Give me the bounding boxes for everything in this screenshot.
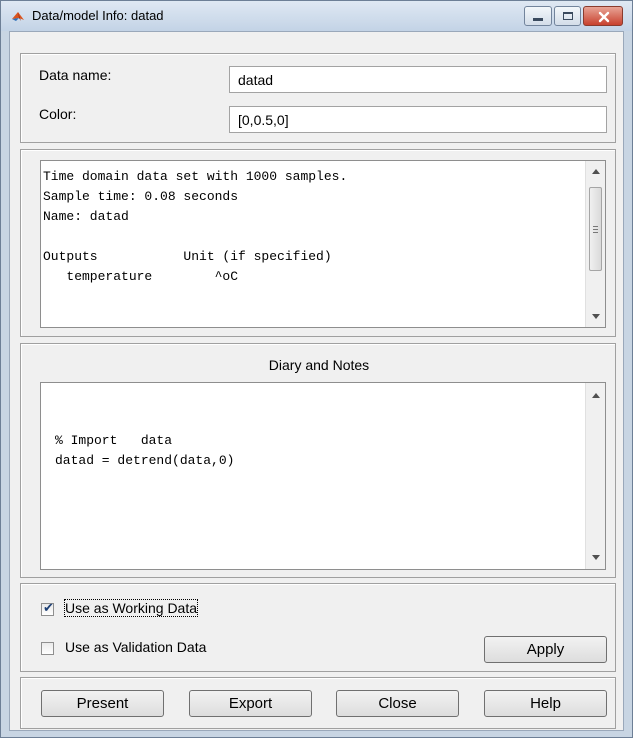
maximize-icon <box>563 12 573 20</box>
description-scrollbar[interactable] <box>585 161 605 327</box>
notes-textbox[interactable]: % Import data datad = detrend(data,0) <box>40 382 606 570</box>
apply-button[interactable]: Apply <box>484 636 607 663</box>
scroll-down-arrow-icon[interactable] <box>592 555 600 560</box>
dialog-window: Data/model Info: datad Data name: datad … <box>0 0 633 738</box>
description-panel: Time domain data set with 1000 samples. … <box>20 149 616 337</box>
window-title: Data/model Info: datad <box>32 8 164 23</box>
color-field[interactable]: [0,0.5,0] <box>229 106 607 133</box>
notes-line: % Import data <box>55 433 173 448</box>
title-bar[interactable]: Data/model Info: datad <box>1 1 632 31</box>
matlab-icon <box>12 12 24 21</box>
working-data-checkbox[interactable]: ✔ <box>41 600 54 616</box>
close-button[interactable]: Close <box>336 690 459 717</box>
checkmark-icon: ✔ <box>43 600 54 615</box>
button-bar: Present Export Close Help <box>20 677 616 729</box>
description-line: temperature ^oC <box>43 269 239 284</box>
description-line: Outputs Unit (if specified) <box>43 249 332 264</box>
validation-data-label[interactable]: Use as Validation Data <box>65 639 206 655</box>
options-panel: ✔ Use as Working Data Use as Validation … <box>20 583 616 672</box>
grip-line <box>593 226 598 227</box>
color-label: Color: <box>39 106 77 122</box>
description-line: Sample time: 0.08 seconds <box>43 189 239 204</box>
notes-scrollbar[interactable] <box>585 383 605 569</box>
window-close-button[interactable] <box>583 6 623 26</box>
description-scroll-thumb[interactable] <box>589 187 602 271</box>
notes-title: Diary and Notes <box>268 357 370 373</box>
notes-panel: Diary and Notes % Import data datad = de… <box>20 343 616 578</box>
data-name-label: Data name: <box>39 67 112 83</box>
close-icon <box>598 11 610 23</box>
info-panel: Data name: datad Color: [0,0.5,0] <box>20 53 616 143</box>
working-data-label[interactable]: Use as Working Data <box>63 599 199 617</box>
description-textbox[interactable]: Time domain data set with 1000 samples. … <box>40 160 606 328</box>
data-name-field[interactable]: datad <box>229 66 607 93</box>
scroll-up-arrow-icon[interactable] <box>592 393 600 398</box>
description-line: Time domain data set with 1000 samples. <box>43 169 348 184</box>
export-button[interactable]: Export <box>189 690 312 717</box>
grip-line <box>593 232 598 233</box>
maximize-button[interactable] <box>554 6 581 26</box>
description-line: Name: datad <box>43 209 129 224</box>
scroll-down-arrow-icon[interactable] <box>592 314 600 319</box>
scroll-up-arrow-icon[interactable] <box>592 169 600 174</box>
validation-data-checkbox[interactable] <box>41 642 54 655</box>
minimize-icon <box>533 18 543 21</box>
present-button[interactable]: Present <box>41 690 164 717</box>
minimize-button[interactable] <box>524 6 552 26</box>
grip-line <box>593 229 598 230</box>
notes-line: datad = detrend(data,0) <box>55 453 235 468</box>
help-button[interactable]: Help <box>484 690 607 717</box>
